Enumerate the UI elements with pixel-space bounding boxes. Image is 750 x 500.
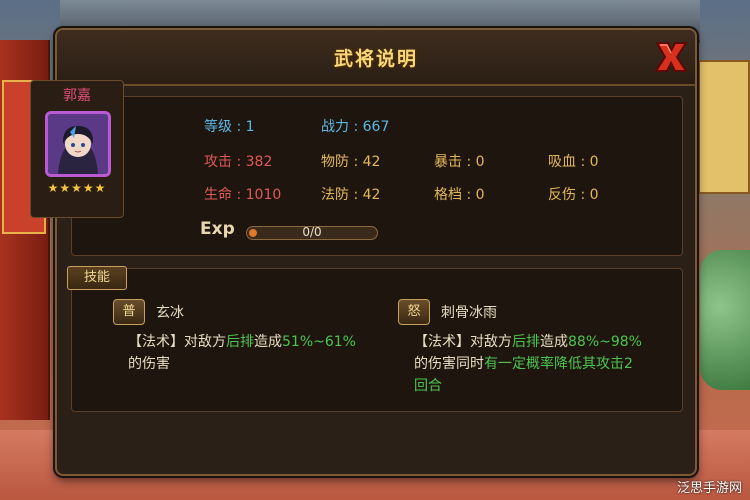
skill-2-desc-part: 造成 — [540, 334, 568, 350]
hero-star-rating: ★★★★★ — [47, 181, 107, 195]
hero-portrait-image — [48, 114, 108, 174]
hero-name: 郭嘉 — [63, 88, 91, 104]
stat-block-label: 格档 — [434, 187, 462, 203]
background-banner-right — [698, 60, 750, 194]
skill-1-desc-part: 【法术】对敌方 — [128, 334, 226, 350]
skill-2-type-badge[interactable]: 怒 — [398, 299, 430, 325]
stat-pdef-label: 物防 — [321, 154, 349, 170]
skill-2-desc-highlight: 88%~98% — [568, 334, 642, 350]
watermark-logo: 泛思手游网 — [676, 481, 742, 496]
exp-label: Exp — [200, 219, 235, 239]
stat-physical-defense: 物防 : 42 — [321, 151, 380, 171]
stat-power-label: 战力 — [321, 119, 349, 135]
skill-2-name: 刺骨冰雨 — [441, 305, 497, 321]
skill-2-desc-highlight: 有一定概率降低其攻击2 — [484, 356, 633, 372]
tab-skills[interactable]: 技能 — [67, 266, 127, 290]
hero-portrait — [45, 111, 111, 177]
skill-1-desc-line2: 的伤害 — [128, 356, 170, 372]
stat-mdef-separator: : — [349, 187, 363, 203]
stat-lifesteal-label: 吸血 — [548, 154, 576, 170]
exp-value: 0/0 — [302, 225, 322, 239]
stat-reflect-value: 0 — [589, 187, 599, 203]
stat-attack-value: 382 — [245, 154, 273, 170]
stat-attack-label: 攻击 — [204, 154, 232, 170]
stat-hp-value: 1010 — [245, 187, 282, 203]
stat-crit-label: 暴击 — [434, 154, 462, 170]
stat-mdef-label: 法防 — [321, 187, 349, 203]
skill-2-desc-highlight: 后排 — [512, 334, 540, 350]
skill-1-desc-highlight: 51%~61% — [282, 334, 356, 350]
stat-power-value: 667 — [362, 119, 390, 135]
skill-1-desc-part: 造成 — [254, 334, 282, 350]
stat-mdef-value: 42 — [362, 187, 381, 203]
stat-hp-label: 生命 — [204, 187, 232, 203]
stat-power: 战力 : 667 — [321, 116, 389, 136]
stat-lifesteal-value: 0 — [589, 154, 599, 170]
stat-lifesteal-separator: : — [576, 154, 590, 170]
stat-lifesteal: 吸血 : 0 — [548, 151, 599, 171]
stat-pdef-value: 42 — [362, 154, 381, 170]
skill-1-desc-line1: 【法术】对敌方后排造成51%~61% — [128, 331, 356, 353]
background-character — [700, 250, 750, 390]
stat-block-separator: : — [462, 187, 476, 203]
dialog-title: 武将说明 — [333, 48, 418, 70]
skill-2-desc-line3: 回合 — [414, 378, 442, 394]
stat-reflect-separator: : — [576, 187, 590, 203]
skill-2-desc-part: 【法术】对敌方 — [414, 334, 512, 350]
close-button[interactable] — [651, 38, 691, 76]
stat-reflect: 反伤 : 0 — [548, 184, 599, 204]
stat-crit-separator: : — [462, 154, 476, 170]
skill-2-desc-line1: 【法术】对敌方后排造成88%~98% — [414, 331, 642, 353]
skill-1-type-badge[interactable]: 普 — [113, 299, 145, 325]
hero-info-dialog: 武将说明 — [55, 28, 697, 476]
stat-hp-separator: : — [232, 187, 246, 203]
skill-2-desc-part: 的伤害同时 — [414, 356, 484, 372]
close-icon — [654, 42, 688, 72]
dialog-header: 武将说明 — [57, 30, 695, 86]
stat-hp: 生命 : 1010 — [204, 184, 281, 204]
skill-2-desc-line2: 的伤害同时有一定概率降低其攻击2 — [414, 353, 642, 375]
exp-progress-bar: 0/0 — [246, 225, 378, 240]
stat-level: 等级 : 1 — [204, 116, 255, 136]
stat-magic-defense: 法防 : 42 — [321, 184, 380, 204]
stat-power-separator: : — [349, 119, 363, 135]
stat-block: 格档 : 0 — [434, 184, 485, 204]
skill-1-desc-highlight: 后排 — [226, 334, 254, 350]
stat-attack: 攻击 : 382 — [204, 151, 272, 171]
stat-attack-separator: : — [232, 154, 246, 170]
stat-block-value: 0 — [475, 187, 485, 203]
stat-level-label: 等级 — [204, 119, 232, 135]
stat-level-value: 1 — [245, 119, 255, 135]
skill-1-name: 玄冰 — [156, 305, 184, 321]
stat-level-separator: : — [232, 119, 246, 135]
skill-1-description: 【法术】对敌方后排造成51%~61% 的伤害 — [128, 331, 356, 375]
hero-card: 郭嘉 ★★★★★ — [30, 80, 124, 218]
stat-pdef-separator: : — [349, 154, 363, 170]
skill-2-description: 【法术】对敌方后排造成88%~98% 的伤害同时有一定概率降低其攻击2 回合 — [414, 331, 642, 397]
stat-reflect-label: 反伤 — [548, 187, 576, 203]
stat-crit: 暴击 : 0 — [434, 151, 485, 171]
stat-crit-value: 0 — [475, 154, 485, 170]
